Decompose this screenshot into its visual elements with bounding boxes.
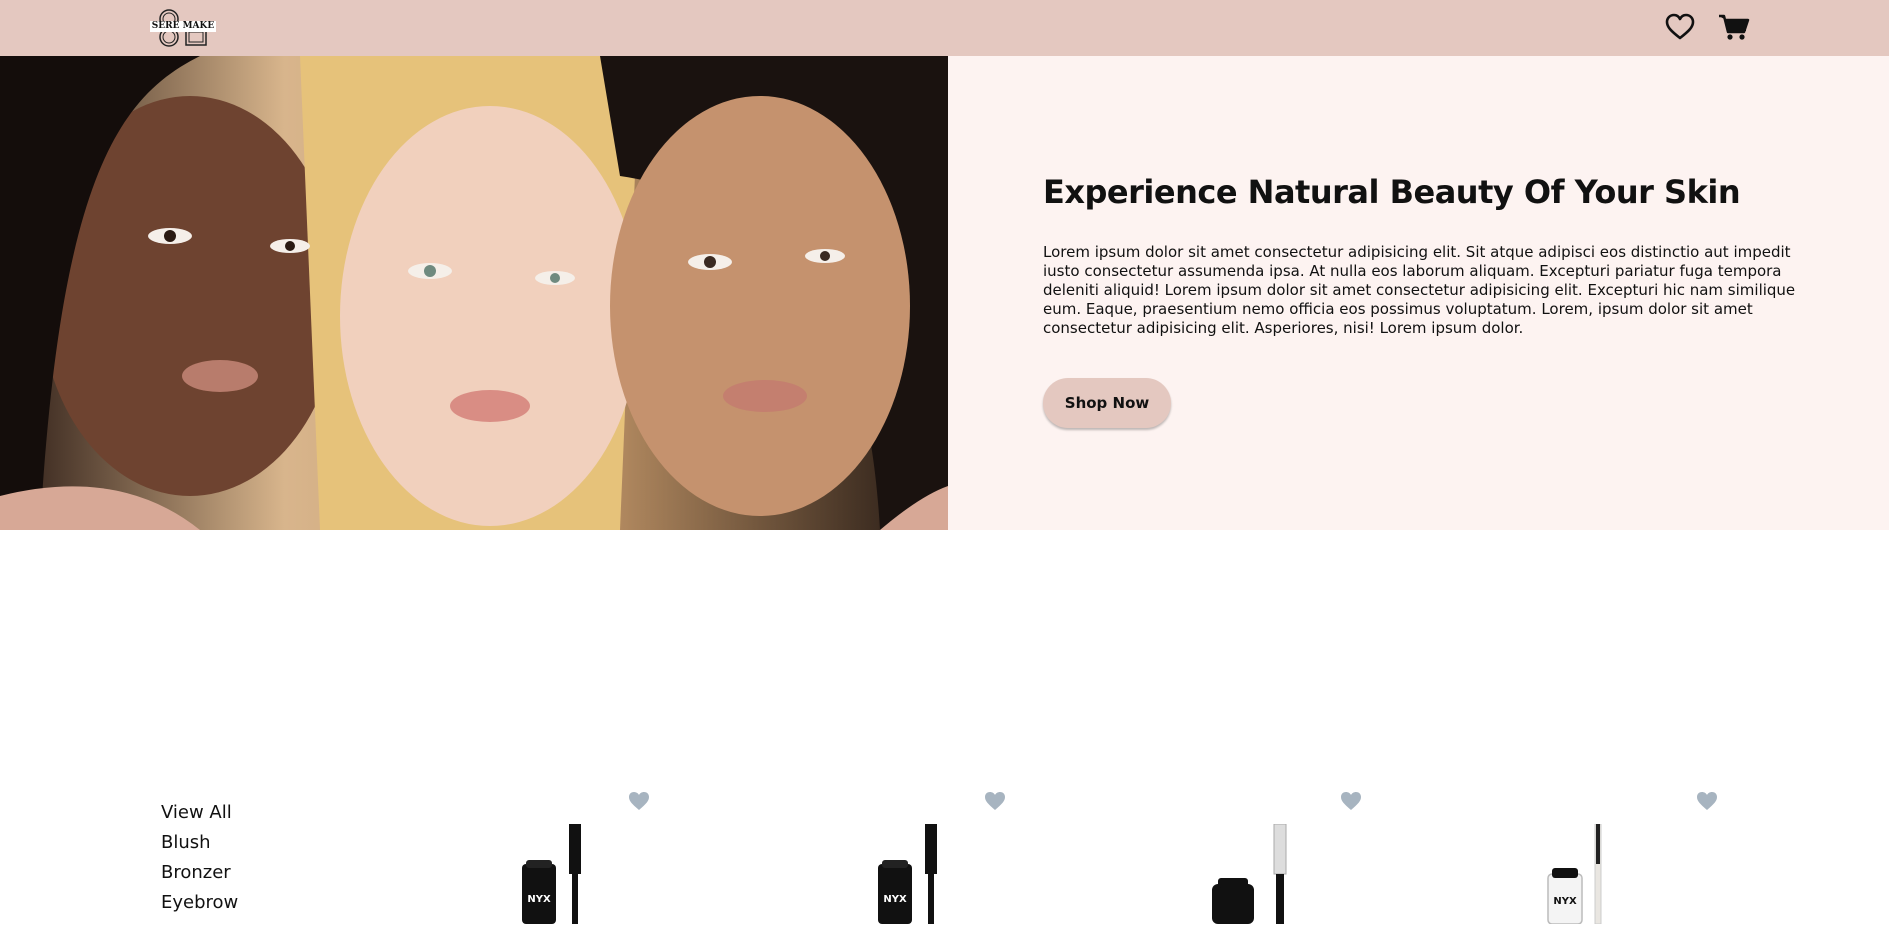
cart-icon[interactable]	[1718, 13, 1750, 41]
category-bronzer[interactable]: Bronzer	[161, 858, 238, 888]
hero-title: Experience Natural Beauty Of Your Skin	[1043, 173, 1741, 211]
product-brand-mark: NYX	[527, 894, 551, 905]
category-blush[interactable]: Blush	[161, 828, 238, 858]
brand-logo[interactable]: SERE MAKE	[150, 3, 216, 53]
product-brand-mark: NYX	[1553, 896, 1577, 907]
category-eyebrow[interactable]: Eyebrow	[161, 888, 238, 918]
favorite-heart-icon[interactable]	[1696, 791, 1718, 811]
logo-text: SERE MAKE	[150, 21, 216, 32]
product-image: NYX	[460, 824, 620, 924]
product-card[interactable]: NYX	[1508, 786, 1798, 925]
product-card[interactable]: NYX	[440, 786, 730, 924]
hero-image	[0, 56, 948, 530]
favorite-heart-icon[interactable]	[1340, 791, 1362, 811]
favorite-heart-icon[interactable]	[984, 791, 1006, 811]
product-image: NYX	[1528, 823, 1688, 925]
hero-description: Lorem ipsum dolor sit amet consectetur a…	[1043, 243, 1796, 337]
wishlist-heart-icon[interactable]	[1665, 13, 1695, 41]
category-list: View All Blush Bronzer Eyebrow	[161, 798, 238, 918]
top-navbar: SERE MAKE	[0, 0, 1889, 56]
product-card[interactable]	[1152, 786, 1442, 924]
product-image: NYX	[816, 824, 976, 924]
product-brand-mark: NYX	[883, 894, 907, 905]
category-view-all[interactable]: View All	[161, 798, 238, 828]
product-card[interactable]: NYX	[796, 786, 1086, 924]
shop-now-button[interactable]: Shop Now	[1043, 378, 1171, 428]
product-image	[1172, 823, 1332, 924]
favorite-heart-icon[interactable]	[628, 791, 650, 811]
